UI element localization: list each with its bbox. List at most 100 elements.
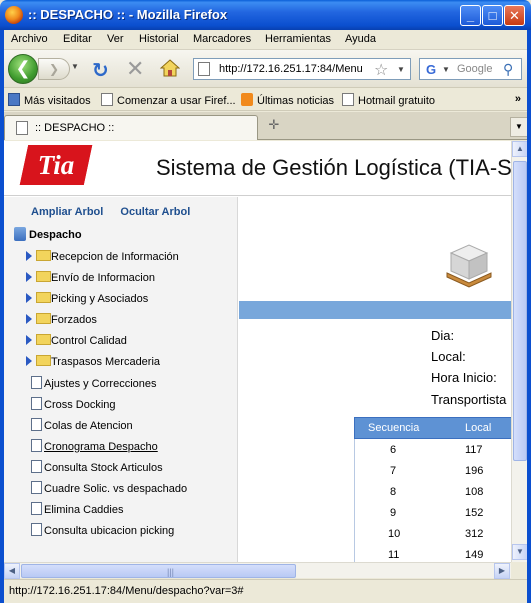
grid-header: Secuencia Local [354,417,511,439]
url-text[interactable]: http://172.16.251.17:84/Menu [219,63,369,75]
tree-page-consulta-stock[interactable]: Consulta Stock Articulos [31,460,163,474]
scroll-down-icon[interactable]: ▼ [512,544,528,560]
menu-archivo[interactable]: Archivo [11,33,48,45]
table-row[interactable]: 11 149 [354,544,511,562]
folder-label: Traspasos Mercaderia [51,356,161,368]
table-row[interactable]: 10 312 [354,523,511,544]
expand-tree-link[interactable]: Ampliar Arbol [31,206,103,218]
close-button[interactable]: ✕ [504,5,525,26]
tree-folder-traspasos[interactable]: Traspasos Mercaderia [26,355,160,368]
menu-historial[interactable]: Historial [139,33,179,45]
horizontal-scroll-thumb[interactable]: ||| [21,564,296,578]
tree-page-elimina-caddies[interactable]: Elimina Caddies [31,502,123,516]
minimize-button[interactable]: _ [460,5,481,26]
folder-icon [36,334,51,345]
tree-root-despacho[interactable]: Despacho [14,227,82,241]
tree-folder-control-calidad[interactable]: Control Calidad [26,334,127,347]
cell-local: 152 [465,507,484,519]
window-title: :: DESPACHO :: - Mozilla Firefox [28,7,228,22]
tree-folder-recepcion[interactable]: Recepcion de Información [26,250,179,263]
bookmark-hotmail[interactable]: Hotmail gratuito [342,93,435,107]
url-bar[interactable]: http://172.16.251.17:84/Menu ☆ ▼ [193,58,411,80]
stop-icon[interactable]: ✕ [126,56,144,82]
cell-local: 149 [465,549,484,561]
page-label: Consulta Stock Articulos [44,462,163,474]
bookmark-mas-visitados[interactable]: Más visitados [8,93,91,107]
cell-local: 108 [465,486,484,498]
expand-arrow-icon[interactable] [26,272,32,282]
forward-button[interactable]: ❯ [38,58,70,80]
tree-page-consulta-ubicacion[interactable]: Consulta ubicacion picking [31,523,174,537]
tree-page-colas[interactable]: Colas de Atencion [31,418,133,432]
column-header-local[interactable]: Local [465,422,491,434]
page-title: Sistema de Gestión Logística (TIA-SG [156,155,511,180]
window-title-bar[interactable]: :: DESPACHO :: - Mozilla Firefox _ □ ✕ [0,0,531,30]
tree-folder-envio[interactable]: Envío de Informacion [26,271,155,284]
tab-list-icon[interactable]: ▼ [510,117,528,137]
document-icon [31,397,42,410]
search-engine-dropdown-icon[interactable]: ▼ [442,65,450,74]
bookmark-comenzar[interactable]: Comenzar a usar Firef... [101,93,236,107]
cell-secuencia: 8 [390,486,397,498]
document-icon [31,502,42,515]
search-bar[interactable]: G ▼ Google ⚲ [419,58,522,80]
tab-despacho[interactable]: :: DESPACHO :: [4,115,258,140]
folder-icon [36,355,51,366]
horizontal-scrollbar[interactable]: ◀ ||| ▶ [4,562,511,579]
tree-page-cross-docking[interactable]: Cross Docking [31,397,116,411]
reload-icon[interactable]: ↻ [92,58,109,83]
menu-herramientas[interactable]: Herramientas [265,33,331,45]
hide-tree-link[interactable]: Ocultar Arbol [120,206,190,218]
scroll-up-icon[interactable]: ▲ [512,141,528,157]
column-header-secuencia[interactable]: Secuencia [368,422,419,434]
scroll-grip-icon: ||| [167,567,175,577]
main-panel: Dia: Local: Hora Inicio: Transportista S… [239,197,511,562]
scroll-left-icon[interactable]: ◀ [4,563,20,579]
back-button[interactable]: ❮ [8,54,38,84]
tree-page-ajustes[interactable]: Ajustes y Correcciones [31,376,157,390]
bookmarks-overflow-icon[interactable]: » [515,93,521,105]
tree-folder-forzados[interactable]: Forzados [26,313,97,326]
table-row[interactable]: 7 196 [354,460,511,481]
cell-secuencia: 7 [390,465,397,477]
expand-arrow-icon[interactable] [26,335,32,345]
new-tab-icon[interactable]: ✛ [262,117,286,137]
menu-ayuda[interactable]: Ayuda [345,33,376,45]
table-row[interactable]: 8 108 [354,481,511,502]
tree-page-cuadre[interactable]: Cuadre Solic. vs despachado [31,481,187,495]
tree-controls: Ampliar Arbol Ocultar Arbol [31,206,204,218]
home-icon[interactable] [160,58,180,78]
status-bar: http://172.16.251.17:84/Menu/despacho?va… [0,579,531,603]
expand-arrow-icon[interactable] [26,356,32,366]
expand-arrow-icon[interactable] [26,314,32,324]
menu-ver[interactable]: Ver [107,33,124,45]
google-icon[interactable]: G [423,62,439,78]
url-dropdown-icon[interactable]: ▼ [397,65,405,74]
tree-folder-picking[interactable]: Picking y Asociados [26,292,148,305]
table-row[interactable]: 6 117 [354,439,511,460]
expand-arrow-icon[interactable] [26,251,32,261]
table-row[interactable]: 9 152 [354,502,511,523]
bookmark-star-icon[interactable]: ☆ [374,60,388,80]
search-placeholder[interactable]: Google [457,63,492,75]
scroll-right-icon[interactable]: ▶ [494,563,510,579]
label-local: Local: [431,349,466,364]
site-header: Tia Sistema de Gestión Logística (TIA-SG [4,141,511,196]
expand-arrow-icon[interactable] [26,293,32,303]
section-band [239,301,511,319]
maximize-button[interactable]: □ [482,5,503,26]
page-label: Cuadre Solic. vs despachado [44,483,188,495]
vertical-scroll-thumb[interactable] [513,161,527,461]
search-icon[interactable]: ⚲ [503,61,513,78]
menu-marcadores[interactable]: Marcadores [193,33,251,45]
rss-icon [241,93,253,106]
menu-editar[interactable]: Editar [63,33,92,45]
folder-label: Forzados [51,314,97,326]
bookmark-ultimas-noticias[interactable]: Últimas noticias [241,93,334,107]
page-icon [16,121,28,135]
vertical-scrollbar[interactable]: ▲ ▼ [511,141,528,562]
folder-icon [36,271,51,282]
history-dropdown-icon[interactable]: ▼ [71,62,79,71]
document-icon [31,523,42,536]
tree-page-cronograma[interactable]: Cronograma Despacho [31,439,158,453]
